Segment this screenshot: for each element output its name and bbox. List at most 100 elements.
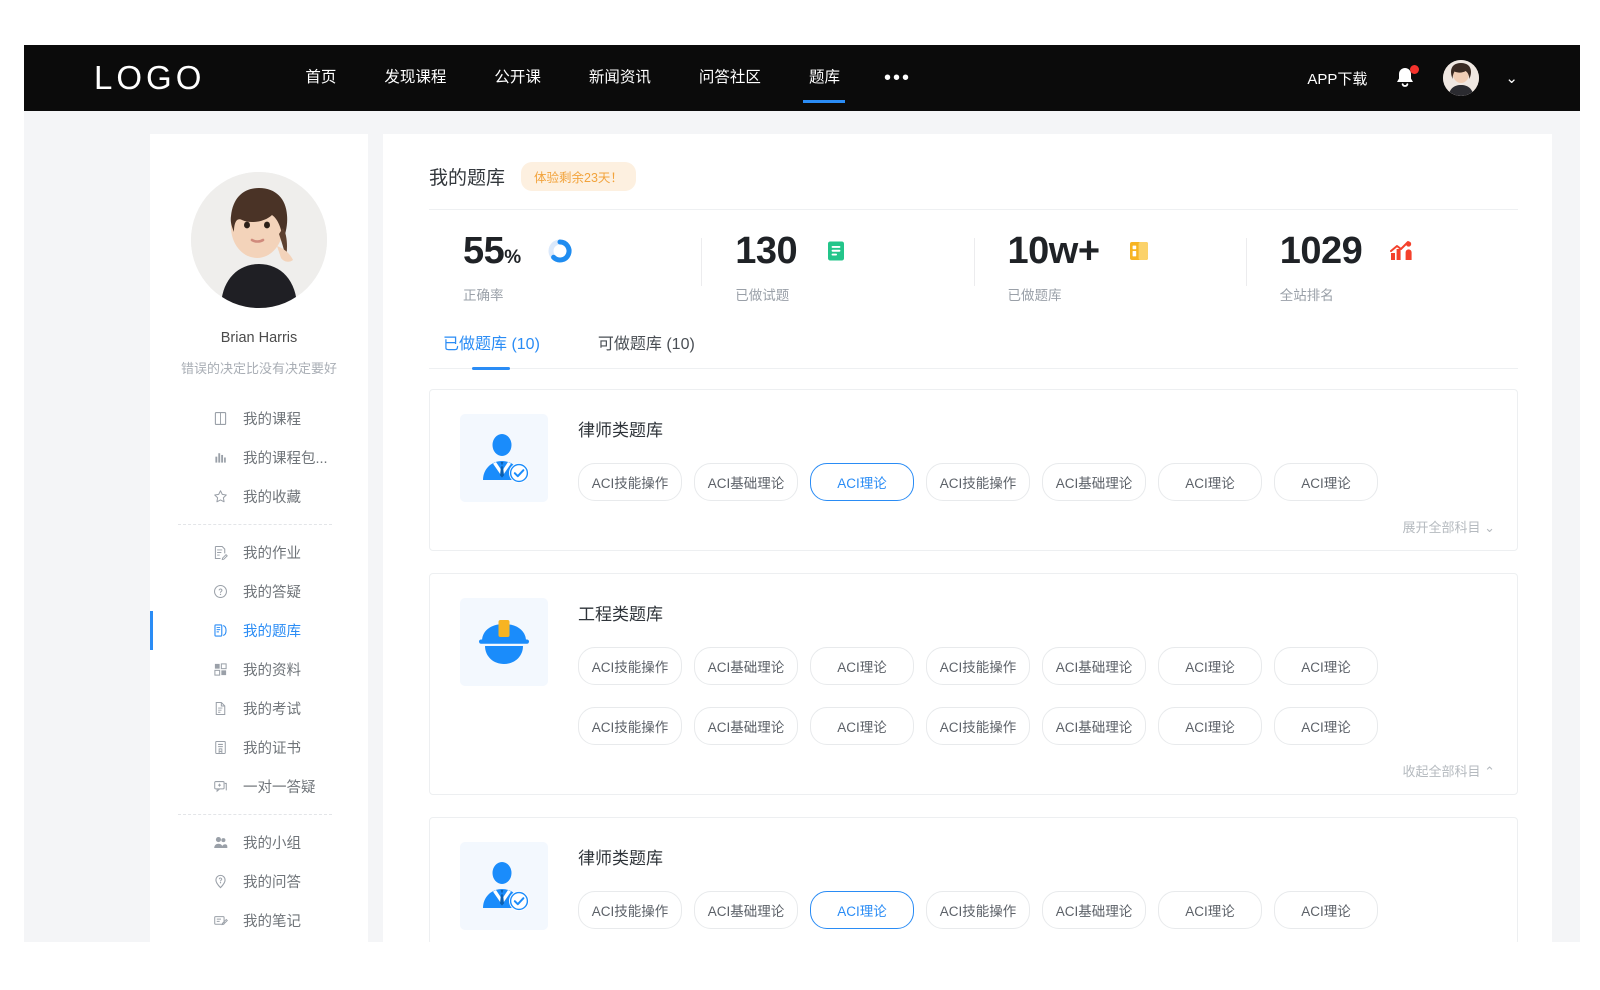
sidebar-item-8[interactable]: 我的证书 bbox=[150, 728, 368, 767]
question-bank-list: 律师类题库ACI技能操作ACI基础理论ACI理论ACI技能操作ACI基础理论AC… bbox=[429, 369, 1518, 942]
subject-tag[interactable]: ACI技能操作 bbox=[926, 891, 1030, 929]
nav-item-2[interactable]: 公开课 bbox=[470, 45, 565, 111]
stat-label: 正确率 bbox=[463, 284, 701, 304]
subject-tag[interactable]: ACI技能操作 bbox=[578, 463, 682, 501]
sidebar-divider bbox=[178, 814, 332, 815]
sidebar-item-label: 我的题库 bbox=[243, 620, 301, 641]
bar-chart-icon bbox=[212, 449, 229, 466]
stat-value: 55% bbox=[463, 232, 521, 270]
user-avatar[interactable] bbox=[1443, 60, 1479, 96]
sidebar-item-6[interactable]: 我的资料 bbox=[150, 650, 368, 689]
stat-value-row: 130 bbox=[735, 232, 973, 270]
card-title: 律师类题库 bbox=[578, 416, 1495, 441]
subject-tag[interactable]: ACI基础理论 bbox=[1042, 647, 1146, 685]
stat-value-row: 1029 bbox=[1280, 232, 1518, 270]
sidebar-item-3[interactable]: 我的作业 bbox=[150, 533, 368, 572]
nav-item-3[interactable]: 新闻资讯 bbox=[565, 45, 675, 111]
subject-tag[interactable]: ACI基础理论 bbox=[694, 707, 798, 745]
subject-tag-row: ACI技能操作 ACI基础理论 ACI理论 ACI技能操作 ACI基础理论 ACI理论 AC… bbox=[578, 707, 1495, 745]
sidebar-item-label: 我的课程包... bbox=[243, 447, 328, 468]
subject-tag[interactable]: ACI理论 bbox=[810, 647, 914, 685]
book-icon bbox=[212, 410, 229, 427]
sidebar-item-2[interactable]: 我的收藏 bbox=[150, 477, 368, 516]
sidebar-item-1[interactable]: 我的课程包... bbox=[150, 438, 368, 477]
notification-bell-icon[interactable] bbox=[1393, 65, 1417, 91]
card-footer: 展开全部科目 ⌄ bbox=[578, 517, 1495, 536]
sidebar-divider bbox=[178, 524, 332, 525]
tab-1[interactable]: 可做题库 (10) bbox=[598, 330, 695, 368]
nav-item-5[interactable]: 题库 bbox=[785, 45, 864, 111]
subject-tag[interactable]: ACI理论 bbox=[1274, 463, 1378, 501]
sidebar-item-12[interactable]: 我的笔记 bbox=[150, 901, 368, 940]
subject-tag[interactable]: ACI技能操作 bbox=[578, 707, 682, 745]
subject-tag[interactable]: ACI基础理论 bbox=[1042, 463, 1146, 501]
question-circle-icon bbox=[212, 583, 229, 600]
subject-tag[interactable]: ACI理论 bbox=[1274, 647, 1378, 685]
sidebar-item-label: 我的小组 bbox=[243, 832, 301, 853]
sidebar-item-0[interactable]: 我的课程 bbox=[150, 399, 368, 438]
certificate-icon bbox=[212, 739, 229, 756]
subject-tag[interactable]: ACI理论 bbox=[1274, 707, 1378, 745]
subject-tag[interactable]: ACI技能操作 bbox=[926, 707, 1030, 745]
subject-tag[interactable]: ACI技能操作 bbox=[926, 647, 1030, 685]
stat-label: 全站排名 bbox=[1280, 284, 1518, 304]
subject-tag[interactable]: ACI基础理论 bbox=[694, 647, 798, 685]
sidebar-item-label: 我的证书 bbox=[243, 737, 301, 758]
subject-tag[interactable]: ACI理论 bbox=[810, 891, 914, 929]
homework-icon bbox=[212, 544, 229, 561]
sidebar-item-label: 一对一答疑 bbox=[243, 776, 316, 797]
subject-tag[interactable]: ACI理论 bbox=[1158, 891, 1262, 929]
sidebar-item-9[interactable]: 一对一答疑 bbox=[150, 767, 368, 806]
stat-number: 130 bbox=[735, 230, 797, 272]
question-bank-card: 律师类题库ACI技能操作ACI基础理论ACI理论ACI技能操作ACI基础理论AC… bbox=[429, 817, 1518, 942]
site-logo[interactable]: LOGO bbox=[94, 59, 205, 97]
nav-item-1[interactable]: 发现课程 bbox=[360, 45, 470, 111]
profile-avatar bbox=[191, 172, 327, 308]
user-menu-chevron-down-icon[interactable]: ⌄ bbox=[1505, 69, 1518, 87]
expand-subjects-link[interactable]: 收起全部科目 ⌃ bbox=[1402, 761, 1495, 780]
browser-viewport: LOGO 首页发现课程公开课新闻资讯问答社区题库 ••• APP下载 ⌄ bbox=[24, 45, 1580, 942]
sidebar-item-4[interactable]: 我的答疑 bbox=[150, 572, 368, 611]
nav-more-icon[interactable]: ••• bbox=[864, 52, 931, 104]
profile-name: Brian Harris bbox=[150, 330, 368, 346]
expand-subjects-link[interactable]: 展开全部科目 ⌄ bbox=[1402, 517, 1495, 536]
subject-tag[interactable]: ACI理论 bbox=[1158, 707, 1262, 745]
sidebar-item-label: 我的考试 bbox=[243, 698, 301, 719]
green-book-icon bbox=[823, 238, 849, 264]
nav-item-4[interactable]: 问答社区 bbox=[675, 45, 785, 111]
card-body: 工程类题库ACI技能操作ACI基础理论ACI理论ACI技能操作ACI基础理论AC… bbox=[578, 598, 1495, 780]
donut-progress-icon bbox=[547, 238, 573, 264]
tab-0[interactable]: 已做题库 (10) bbox=[443, 330, 540, 368]
lawyer-avatar-icon bbox=[460, 842, 548, 930]
sidebar-item-7[interactable]: 我的考试 bbox=[150, 689, 368, 728]
chat-icon bbox=[212, 778, 229, 795]
subject-tag[interactable]: ACI基础理论 bbox=[1042, 891, 1146, 929]
nav-item-0[interactable]: 首页 bbox=[281, 45, 360, 111]
sidebar-item-5[interactable]: 我的题库 bbox=[150, 611, 368, 650]
subject-tag[interactable]: ACI理论 bbox=[810, 463, 914, 501]
sidebar-item-label: 我的资料 bbox=[243, 659, 301, 680]
subject-tag[interactable]: ACI技能操作 bbox=[578, 891, 682, 929]
notification-dot bbox=[1410, 65, 1419, 74]
sidebar-item-11[interactable]: 我的问答 bbox=[150, 862, 368, 901]
stat-number: 55 bbox=[463, 230, 504, 272]
stat-value-row: 10w+ bbox=[1008, 232, 1246, 270]
lawyer-avatar-icon bbox=[460, 414, 548, 502]
subject-tag[interactable]: ACI技能操作 bbox=[926, 463, 1030, 501]
sidebar-item-10[interactable]: 我的小组 bbox=[150, 823, 368, 862]
subject-tag[interactable]: ACI理论 bbox=[810, 707, 914, 745]
card-body: 律师类题库 ACI技能操作 ACI基础理论 ACI理论 ACI技能操作 ACI基础理论 AC… bbox=[578, 414, 1495, 536]
main-content: 我的题库 体验剩余23天！ 55%正确率130已做试题10w+已做题库1029全… bbox=[383, 134, 1552, 942]
subject-tag[interactable]: ACI基础理论 bbox=[694, 463, 798, 501]
stat-value: 130 bbox=[735, 232, 797, 270]
subject-tag[interactable]: ACI基础理论 bbox=[694, 891, 798, 929]
subject-tag[interactable]: ACI理论 bbox=[1158, 647, 1262, 685]
page-body: Brian Harris 错误的决定比没有决定要好 我的课程我的课程包...我的… bbox=[24, 111, 1580, 942]
star-icon bbox=[212, 488, 229, 505]
subject-tag[interactable]: ACI理论 bbox=[1158, 463, 1262, 501]
subject-tag[interactable]: ACI技能操作 bbox=[578, 647, 682, 685]
app-download-link[interactable]: APP下载 bbox=[1307, 68, 1367, 89]
subject-tag[interactable]: ACI基础理论 bbox=[1042, 707, 1146, 745]
trial-status-badge: 体验剩余23天！ bbox=[521, 162, 636, 191]
subject-tag[interactable]: ACI理论 bbox=[1274, 891, 1378, 929]
